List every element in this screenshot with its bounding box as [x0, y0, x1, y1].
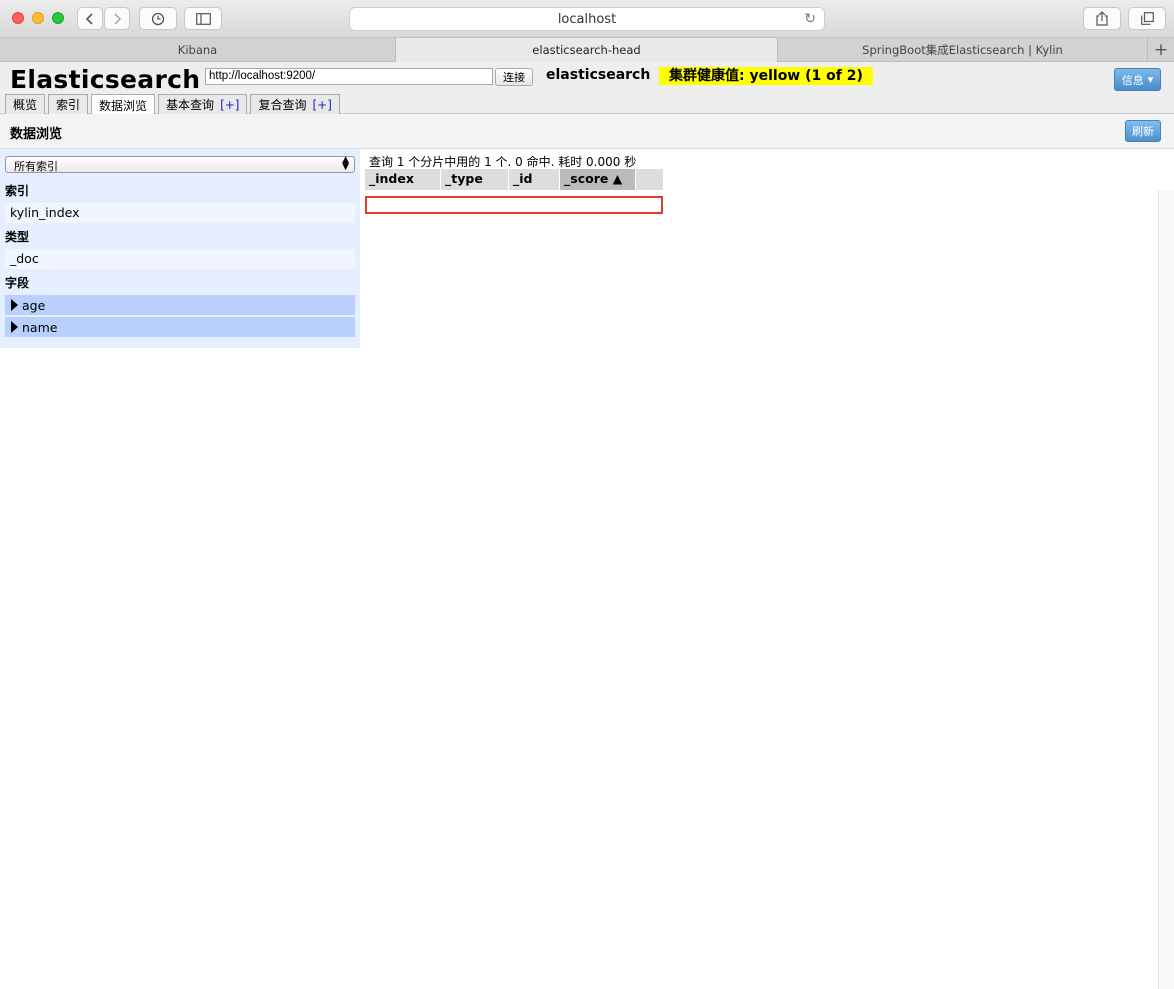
add-basic-query-button[interactable]: [+]	[220, 98, 239, 112]
browser-tab-kibana[interactable]: Kibana	[0, 38, 396, 62]
column-header-score[interactable]: _score ▲	[560, 169, 636, 190]
column-header-index[interactable]: _index	[365, 169, 441, 190]
chevron-left-icon	[85, 12, 93, 25]
tab-data-browser[interactable]: 数据浏览	[91, 94, 156, 115]
query-summary: 查询 1 个分片中用的 1 个. 0 命中. 耗时 0.000 秒	[369, 155, 637, 169]
sidebar-icon	[195, 12, 211, 25]
index-select[interactable]: 所有索引 ▲ ▼	[5, 156, 355, 173]
back-button[interactable]	[77, 7, 103, 30]
tab-indices[interactable]: 索引	[48, 94, 89, 114]
address-text: localhost	[557, 11, 617, 27]
cluster-name: elasticsearch	[546, 67, 651, 83]
field-age[interactable]: age	[5, 295, 355, 315]
section-header: 数据浏览 刷新	[0, 114, 1174, 149]
caret-down-icon: ▾	[1147, 73, 1154, 86]
cluster-health-badge: 集群健康值: yellow (1 of 2)	[659, 67, 873, 85]
browser-tabbar: Kibana elasticsearch-head SpringBoot集成El…	[0, 38, 1174, 62]
browser-tab-springboot[interactable]: SpringBoot集成Elasticsearch | Kylin	[778, 38, 1148, 62]
tab-basic-query[interactable]: 基本查询 [+]	[158, 94, 248, 114]
empty-results-row	[365, 196, 663, 214]
add-complex-query-button[interactable]: [+]	[313, 98, 332, 112]
tab-complex-query[interactable]: 复合查询 [+]	[250, 94, 340, 114]
results-table-header: _index _type _id _score ▲	[365, 169, 664, 190]
cluster-url-input[interactable]: http://localhost:9200/	[205, 68, 493, 85]
browser-tab-elasticsearch-head[interactable]: elasticsearch-head	[396, 38, 778, 62]
info-menu-button[interactable]: 信息 ▾	[1114, 68, 1161, 91]
expand-triangle-icon	[11, 299, 18, 311]
forward-button[interactable]	[104, 7, 130, 30]
browser-titlebar: localhost ↻	[0, 0, 1174, 38]
select-arrows-icon: ▲ ▼	[342, 155, 349, 172]
address-bar[interactable]: localhost ↻	[349, 7, 825, 31]
page-title: 数据浏览	[10, 127, 63, 142]
minimize-window-button[interactable]	[32, 12, 44, 24]
tabs-icon	[1140, 12, 1154, 25]
clock-icon	[151, 12, 165, 25]
zoom-window-button[interactable]	[52, 12, 64, 24]
app-title: Elasticsearch	[10, 65, 201, 94]
column-header-spacer	[636, 169, 664, 190]
sidebar-toggle-button[interactable]	[184, 7, 222, 30]
expand-triangle-icon	[11, 321, 18, 333]
close-window-button[interactable]	[12, 12, 24, 24]
index-filter-item[interactable]: kylin_index	[5, 203, 355, 223]
tabs-overview-button[interactable]	[1128, 7, 1166, 30]
field-name[interactable]: name	[5, 317, 355, 337]
column-header-id[interactable]: _id	[509, 169, 560, 190]
reload-icon[interactable]: ↻	[804, 11, 816, 27]
page-scrollbar[interactable]	[1158, 190, 1174, 989]
main-nav: 概览 索引 数据浏览 基本查询 [+] 复合查询 [+]	[5, 94, 340, 115]
share-icon	[1096, 11, 1108, 26]
share-button[interactable]	[1083, 7, 1121, 30]
column-header-type[interactable]: _type	[441, 169, 509, 190]
app-header: Elasticsearch http://localhost:9200/ 连接 …	[0, 62, 1174, 115]
chevron-right-icon	[114, 12, 122, 25]
new-tab-button[interactable]: +	[1148, 38, 1174, 62]
type-filter-item[interactable]: _doc	[5, 249, 355, 269]
index-label: 索引	[5, 184, 30, 198]
history-button[interactable]	[139, 7, 177, 30]
fields-label: 字段	[5, 276, 30, 290]
type-label: 类型	[5, 230, 30, 244]
refresh-button[interactable]: 刷新	[1125, 120, 1161, 142]
filter-panel: 所有索引 ▲ ▼ 索引 kylin_index 类型 _doc 字段 age na…	[0, 149, 360, 348]
tab-overview[interactable]: 概览	[5, 94, 46, 114]
connect-button[interactable]: 连接	[495, 68, 533, 86]
